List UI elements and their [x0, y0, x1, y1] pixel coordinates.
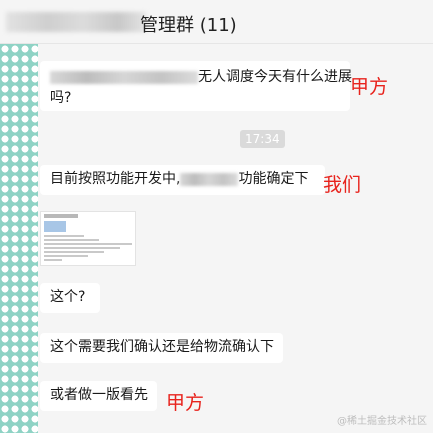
message-bubble[interactable]: 这个需要我们确认还是给物流确认下 [40, 333, 283, 363]
annotation-party-a: 甲方 [166, 392, 205, 414]
image-content [44, 214, 78, 218]
image-content [44, 259, 62, 261]
message-text: 这个需要我们确认还是给物流确认下 [50, 339, 274, 355]
image-content [44, 221, 66, 232]
message-bubble[interactable]: 无人调度今天有什么进展 吗? [40, 61, 352, 111]
chat-header: 管理群 (11) [0, 0, 433, 44]
message-bubble[interactable]: 或者做一版看先 [40, 381, 157, 411]
message-text: 目前按照功能开发中, [50, 171, 181, 187]
image-content [44, 239, 99, 241]
image-content [44, 243, 132, 245]
message-text: 吗? [50, 90, 72, 106]
image-content [44, 247, 120, 249]
message-text: 这个? [50, 289, 86, 305]
watermark: @稀土掘金技术社区 [337, 416, 427, 427]
message-bubble[interactable]: 这个? [40, 283, 100, 313]
message-text: 无人调度今天有什么进展 [198, 69, 352, 85]
timestamp: 17:34 [240, 130, 285, 148]
avatar-decoration [0, 44, 38, 433]
redacted-text [50, 70, 198, 84]
message-text: 或者做一版看先 [50, 387, 148, 403]
annotation-party-a: 甲方 [350, 76, 389, 98]
redacted-group-name [6, 12, 146, 32]
message-line: 无人调度今天有什么进展 [50, 67, 352, 88]
message-bubble[interactable]: 目前按照功能开发中, 功能确定下 [40, 165, 325, 195]
redacted-text [180, 172, 239, 186]
image-content [44, 235, 84, 237]
image-message[interactable] [40, 211, 136, 266]
image-content [44, 255, 88, 257]
chat-title[interactable]: 管理群 (11) [140, 11, 237, 37]
image-content [44, 251, 104, 253]
message-text: 功能确定下 [238, 171, 309, 187]
annotation-we: 我们 [323, 174, 362, 196]
